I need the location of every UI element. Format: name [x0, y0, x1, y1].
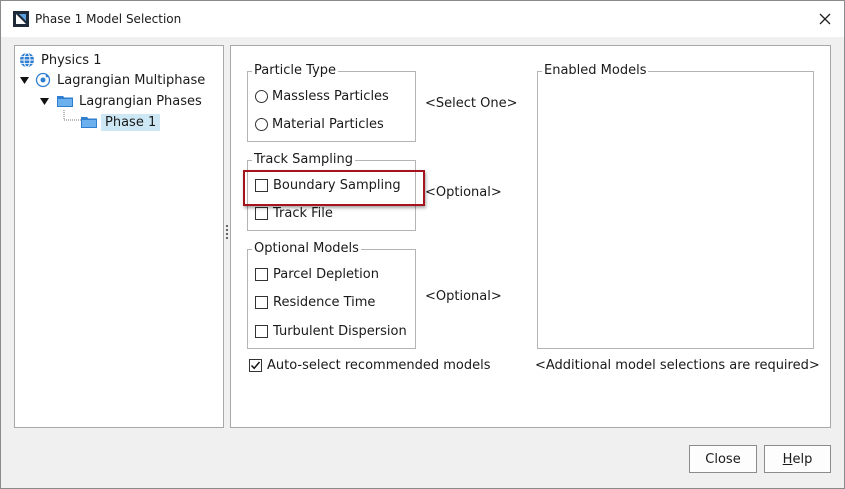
group-title: Optional Models [252, 241, 361, 257]
checkmark-icon [250, 361, 261, 370]
tree-node-lagrangian-multiphase[interactable]: Lagrangian Multiphase [19, 70, 205, 90]
close-button-label: Close [705, 451, 741, 467]
enabled-models-group: Enabled Models [537, 63, 814, 349]
close-window-button[interactable] [813, 7, 837, 31]
tree-connector [63, 110, 81, 121]
radio-button[interactable] [255, 90, 268, 103]
tree-node-label: Physics 1 [41, 52, 102, 68]
tree-node-label: Phase 1 [101, 113, 161, 131]
option-turbulent-dispersion[interactable]: Turbulent Dispersion [255, 324, 407, 339]
object-tree: Physics 1 Lagrangian Multiphase Lagrangi… [14, 45, 224, 428]
particle-type-group: Particle Type Massless Particles Materia… [247, 63, 416, 142]
title-bar: Phase 1 Model Selection [1, 1, 844, 37]
help-button[interactable]: Help [764, 445, 831, 473]
window-title: Phase 1 Model Selection [35, 12, 182, 26]
track-sampling-hint: <Optional> [425, 185, 502, 200]
group-title: Track Sampling [252, 152, 355, 168]
particle-type-hint: <Select One> [425, 96, 518, 111]
auto-select-option[interactable]: Auto-select recommended models [249, 358, 490, 373]
option-label: Track File [273, 206, 333, 221]
option-label: Massless Particles [272, 89, 389, 104]
expand-arrow-icon[interactable] [39, 96, 49, 106]
pane-splitter[interactable] [225, 223, 229, 247]
option-parcel-depletion[interactable]: Parcel Depletion [255, 267, 379, 282]
help-mnemonic: H [782, 451, 793, 467]
optional-models-group: Optional Models Parcel Depletion Residen… [247, 241, 416, 349]
highlight-box [243, 170, 425, 206]
folder-icon [57, 96, 73, 107]
radio-button[interactable] [255, 118, 268, 131]
dialog-window: Phase 1 Model Selection Physics 1 Lagran… [0, 0, 845, 489]
status-message: <Additional model selections are require… [535, 358, 820, 373]
auto-select-checkbox[interactable] [249, 359, 262, 372]
close-icon [819, 13, 831, 25]
expand-arrow-icon[interactable] [19, 75, 29, 85]
group-title: Enabled Models [542, 63, 649, 79]
multiphase-icon [35, 72, 51, 88]
close-button[interactable]: Close [689, 445, 757, 473]
folder-icon [81, 117, 97, 128]
model-selection-pane: Particle Type Massless Particles Materia… [230, 45, 831, 428]
option-material-particles[interactable]: Material Particles [255, 117, 384, 132]
option-massless-particles[interactable]: Massless Particles [255, 89, 389, 104]
checkbox[interactable] [255, 325, 268, 338]
auto-select-label: Auto-select recommended models [267, 358, 491, 373]
tree-node-label: Lagrangian Multiphase [57, 72, 206, 88]
help-button-label: elp [792, 451, 813, 467]
group-title: Particle Type [252, 63, 339, 79]
option-label: Material Particles [272, 117, 384, 132]
tree-node-phase-1[interactable]: Phase 1 [81, 112, 161, 132]
option-label: Turbulent Dispersion [273, 324, 407, 339]
app-logo-icon [13, 11, 29, 27]
tree-node-label: Lagrangian Phases [79, 93, 202, 109]
optional-models-hint: <Optional> [425, 289, 502, 304]
option-residence-time[interactable]: Residence Time [255, 295, 375, 310]
checkbox[interactable] [255, 207, 268, 220]
option-label: Parcel Depletion [273, 267, 379, 282]
option-track-file[interactable]: Track File [255, 206, 333, 221]
globe-icon [20, 52, 34, 68]
checkbox[interactable] [255, 268, 268, 281]
tree-node-physics[interactable]: Physics 1 [19, 50, 101, 70]
tree-node-lagrangian-phases[interactable]: Lagrangian Phases [39, 91, 202, 111]
option-label: Residence Time [273, 295, 376, 310]
checkbox[interactable] [255, 296, 268, 309]
